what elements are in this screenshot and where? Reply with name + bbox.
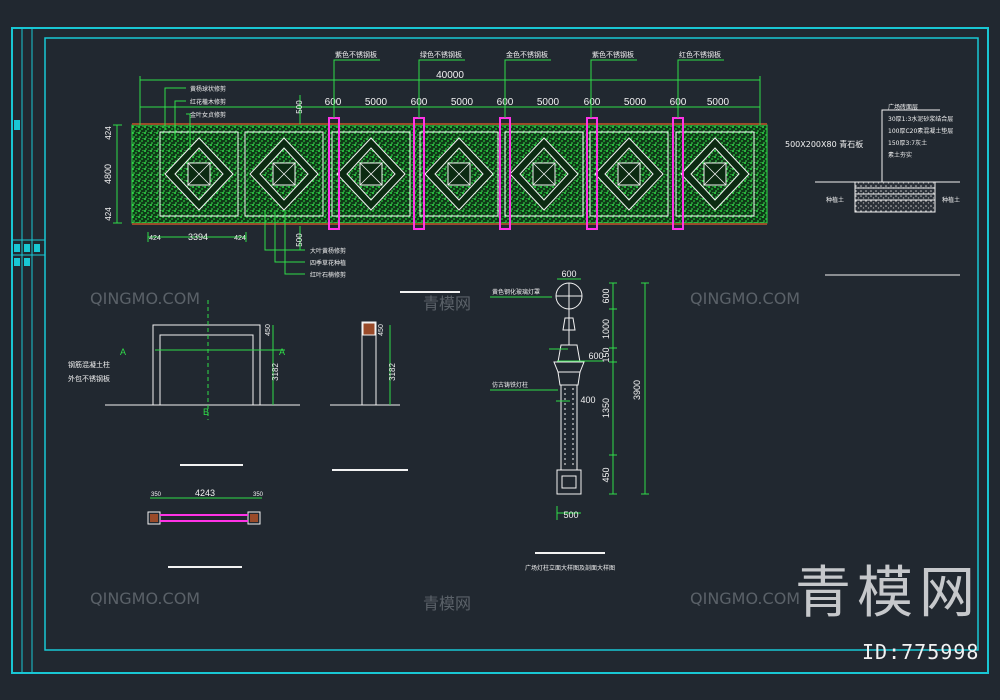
watermark-brand-big: 青模网 xyxy=(795,561,981,626)
steel-label-leader xyxy=(504,59,551,118)
small-dim-a: 424 xyxy=(149,235,161,242)
small-plan-dim-right: 350 xyxy=(253,492,264,498)
bottom-note-3: 红叶石楠修剪 xyxy=(310,271,346,279)
section-left-label: 种植土 xyxy=(826,196,844,204)
title-block-marks xyxy=(14,120,40,266)
small-plan-post-left xyxy=(150,514,158,522)
lamp-caption: 广场灯柱立面大样图及剖面大样图 xyxy=(525,564,615,572)
gate-dim-mid-right: 450 xyxy=(265,324,272,336)
section-dim-top: 500X200X80 青石板 xyxy=(785,139,863,149)
vertical-500-top: 500 xyxy=(295,100,304,114)
watermark-qingmo-1: QINGMO.COM xyxy=(90,289,201,308)
section-right-label: 种植土 xyxy=(942,196,960,204)
left-dim: 3394 xyxy=(188,232,208,242)
lamp-dim-base: 500 xyxy=(563,510,578,520)
segment-dim: 5000 xyxy=(365,97,388,108)
height-small-top: 424 xyxy=(104,126,113,140)
gate-elevation xyxy=(105,291,460,471)
gate-note-2: 外包不锈钢板 xyxy=(68,374,110,383)
segment-dim: 5000 xyxy=(707,97,730,108)
watermark-qingmo-3: QINGMO.COM xyxy=(90,589,201,608)
steel-plate-label: 金色不锈钢板 xyxy=(506,50,548,59)
section-note-5: 素土夯实 xyxy=(888,151,912,159)
watermark-brand-1: 青模网 xyxy=(423,294,472,313)
watermark-id: ID:775998 xyxy=(862,640,980,664)
vertical-500-bottom: 500 xyxy=(295,233,304,247)
section-note-3: 100厚C20素混凝土垫层 xyxy=(888,127,953,135)
lamp-dim-total: 3900 xyxy=(632,380,642,400)
small-plan-post-right xyxy=(250,514,258,522)
lamp-part-dim: 150 xyxy=(601,347,611,362)
left-note-2: 红花檵木修剪 xyxy=(190,98,226,106)
lamp-dim-top: 600 xyxy=(561,269,576,279)
watermark-brand-2: 青模网 xyxy=(423,594,472,613)
steel-label-leader xyxy=(677,59,724,118)
lamp-part-dim: 450 xyxy=(601,467,611,482)
steel-plate-label: 紫色不锈钢板 xyxy=(335,50,377,59)
steel-label-leader xyxy=(333,59,380,118)
lamp-part-dim: 1000 xyxy=(601,319,611,339)
watermark-qingmo-2: QINGMO.COM xyxy=(690,289,801,308)
segment-dim: 600 xyxy=(584,97,601,108)
small-plan-dim-left: 350 xyxy=(151,492,162,498)
steel-label-leader xyxy=(418,59,465,118)
steel-plate-label: 绿色不锈钢板 xyxy=(420,50,462,59)
steel-plate-label: 红色不锈钢板 xyxy=(679,50,721,59)
small-dim-b: 424 xyxy=(234,235,246,242)
gate-dim-right: 3182 xyxy=(388,363,397,381)
height-dim: 4800 xyxy=(103,164,113,184)
left-note-3: 金叶女贞修剪 xyxy=(190,111,226,119)
gate-marker-a-right: A xyxy=(279,347,285,357)
left-note-1: 黄杨球状修剪 xyxy=(190,85,226,93)
lamp-part-dim: 1350 xyxy=(601,398,611,418)
lamp-dim-400: 400 xyxy=(580,395,595,405)
steel-plate-label: 紫色不锈钢板 xyxy=(592,50,634,59)
gate-dim-top-right: 450 xyxy=(378,324,385,336)
watermark-qingmo-4: QINGMO.COM xyxy=(690,589,801,608)
gate-marker-a-left: A xyxy=(120,347,126,357)
section-note-4: 150厚3:7灰土 xyxy=(888,139,927,147)
height-small-bottom: 424 xyxy=(104,207,113,221)
overall-dim: 40000 xyxy=(436,70,464,81)
small-plan-dim-total: 4243 xyxy=(195,488,215,498)
hedge-plan xyxy=(131,117,768,230)
section-note-1: 广场砖面层 xyxy=(888,103,918,111)
lamp-post xyxy=(553,282,585,495)
bottom-note-2: 四季草花种植 xyxy=(310,259,346,267)
lamp-note-2: 仿古铸铁灯柱 xyxy=(492,381,528,389)
lamp-part-dim: 600 xyxy=(601,288,611,303)
bottom-note-1: 大叶黄杨修剪 xyxy=(310,247,346,255)
gate-dim-left: 3182 xyxy=(271,363,280,381)
section-note-2: 30厚1:3水泥砂浆结合层 xyxy=(888,115,953,123)
segment-dim: 5000 xyxy=(537,97,560,108)
small-plan xyxy=(147,497,262,568)
gate-note-1: 钢筋混凝土柱 xyxy=(68,360,110,369)
steel-label-leader xyxy=(590,59,637,118)
gate-pillar-cap xyxy=(362,322,376,336)
segment-dim: 600 xyxy=(325,97,342,108)
segment-dim: 5000 xyxy=(624,97,647,108)
segment-dim: 5000 xyxy=(451,97,474,108)
lamp-note-1: 黄色钢化玻璃灯罩 xyxy=(492,288,540,296)
gate-marker-b: B xyxy=(203,407,209,417)
